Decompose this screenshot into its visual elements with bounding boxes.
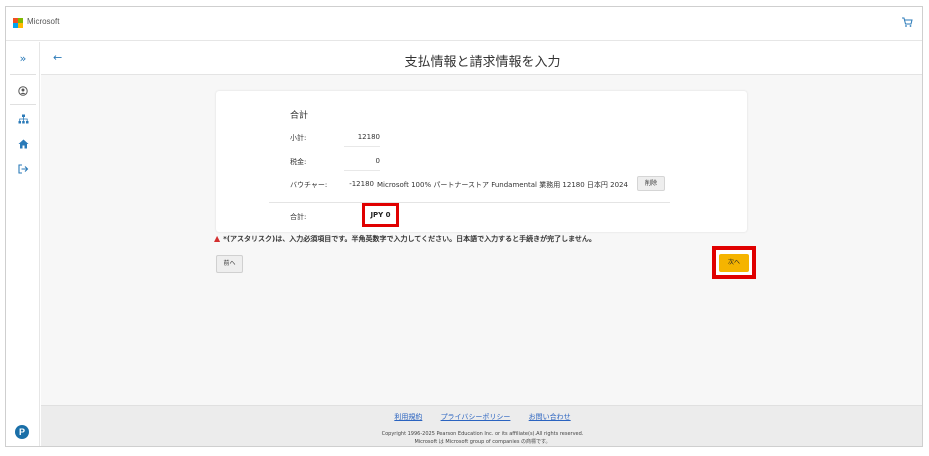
sign-out-icon[interactable] [6,164,40,179]
top-bar: Microsoft [6,7,922,41]
total-value-highlight: JPY 0 [362,203,399,227]
copyright-line-1: Copyright 1996-2025 Pearson Education In… [381,431,584,437]
order-summary-card: 合計 小計: 12180 税金: 0 バウチャー: -12180 Microso… [216,91,747,232]
summary-title: 合計 [290,111,309,121]
copyright: Copyright 1996-2025 Pearson Education In… [41,430,922,446]
pearson-logo[interactable]: P [15,425,29,439]
tax-label: 税金: [290,158,307,166]
required-fields-warning: ▲ *(アスタリスク)は、入力必須項目です。半角英数字で入力してください。日本語で… [214,234,596,244]
user-icon[interactable] [6,86,40,101]
footer: 利用規約 プライバシーポリシー お問い合わせ Copyright 1996-20… [41,405,922,446]
microsoft-logo-icon [13,18,23,28]
total-value: JPY 0 [370,211,391,219]
tax-value: 0 [344,157,380,171]
next-button-highlight: 次へ [712,246,756,279]
browser-frame: Microsoft » P ← 支払情報と請求情報を入力 合計 小計: 1218… [5,6,923,447]
main-content: ← 支払情報と請求情報を入力 合計 小計: 12180 税金: 0 バウチャー:… [41,42,922,446]
sidebar-divider [10,74,36,75]
copyright-line-2: Microsoft は Microsoft group of companies… [414,439,551,445]
delete-voucher-button[interactable]: 削除 [637,176,665,191]
sidebar-divider [10,104,36,105]
subtotal-label: 小計: [290,134,307,142]
footer-link-terms[interactable]: 利用規約 [394,413,422,421]
page-header: ← 支払情報と請求情報を入力 [41,42,922,75]
warning-text: *(アスタリスク)は、入力必須項目です。半角英数字で入力してください。日本語で入… [223,235,596,243]
cart-icon[interactable] [900,16,914,30]
voucher-value: -12180 [349,180,374,188]
warning-icon: ▲ [214,234,221,243]
voucher-description: Microsoft 100% パートナーストア Fundamental 業務用 … [377,181,628,189]
footer-links: 利用規約 プライバシーポリシー お問い合わせ [41,412,922,422]
sidebar: » P [6,42,40,446]
sitemap-icon[interactable] [6,114,40,129]
footer-link-privacy[interactable]: プライバシーポリシー [441,413,511,421]
subtotal-value: 12180 [344,133,380,147]
page-title: 支払情報と請求情報を入力 [404,55,561,70]
home-icon[interactable] [6,139,40,154]
brand-name: Microsoft [27,17,60,26]
expand-icon[interactable]: » [6,52,40,66]
total-divider [269,202,670,203]
footer-link-contact[interactable]: お問い合わせ [529,413,571,421]
total-label: 合計: [290,213,307,221]
next-button[interactable]: 次へ [719,254,749,272]
voucher-label: バウチャー: [290,181,328,189]
prev-button[interactable]: 前へ [216,255,243,273]
